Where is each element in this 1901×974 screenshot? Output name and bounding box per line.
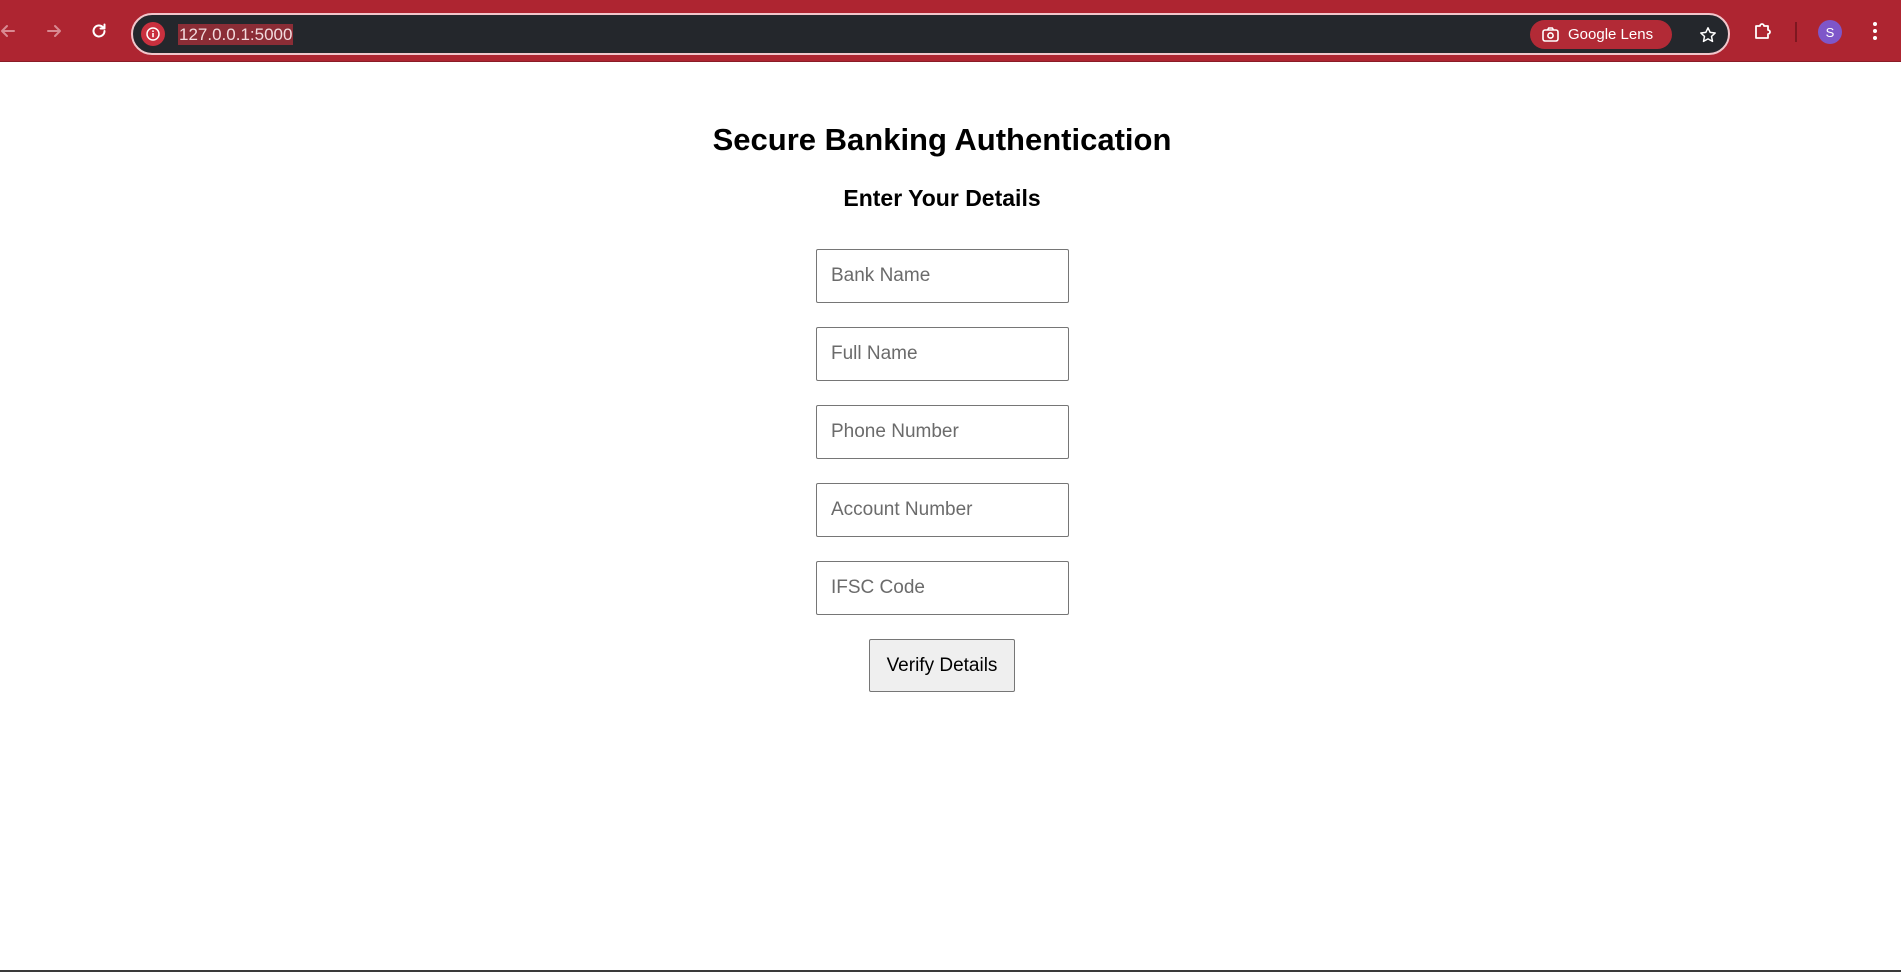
account-number-input[interactable] [816, 483, 1069, 537]
profile-avatar[interactable]: S [1818, 20, 1842, 44]
profile-initial: S [1825, 24, 1835, 40]
phone-number-input[interactable] [816, 405, 1069, 459]
back-button[interactable] [0, 13, 26, 49]
star-icon [1700, 27, 1716, 43]
full-name-input[interactable] [816, 327, 1069, 381]
url-text[interactable]: 127.0.0.1:5000 [178, 24, 294, 45]
arrow-right-icon [47, 25, 61, 37]
arrow-left-icon [1, 25, 15, 37]
extensions-button[interactable] [1745, 13, 1781, 49]
ifsc-code-input[interactable] [816, 561, 1069, 615]
page-title: Secure Banking Authentication [712, 122, 1172, 157]
camera-search-icon [1542, 26, 1559, 42]
reload-icon [92, 23, 106, 38]
google-lens-button[interactable]: Google Lens [1530, 20, 1672, 49]
kebab-menu-icon [1873, 22, 1877, 40]
site-info-button[interactable] [141, 22, 165, 46]
toolbar-divider [1795, 22, 1797, 42]
browser-menu-button[interactable] [1857, 13, 1893, 49]
address-bar[interactable]: 127.0.0.1:5000 Google Lens [131, 13, 1730, 55]
bank-name-input[interactable] [816, 249, 1069, 303]
puzzle-icon [1755, 23, 1771, 39]
info-icon [146, 27, 160, 41]
bookmark-button[interactable] [1693, 20, 1723, 50]
reload-button[interactable] [81, 13, 117, 49]
browser-toolbar: 127.0.0.1:5000 Google Lens S [0, 0, 1901, 62]
verify-details-button[interactable]: Verify Details [869, 639, 1015, 692]
page-content: Secure Banking Authentication Enter Your… [0, 62, 1901, 970]
window-bottom-edge [0, 970, 1901, 972]
google-lens-label: Google Lens [1568, 26, 1654, 43]
forward-button[interactable] [36, 13, 72, 49]
form-subtitle: Enter Your Details [843, 185, 1041, 211]
